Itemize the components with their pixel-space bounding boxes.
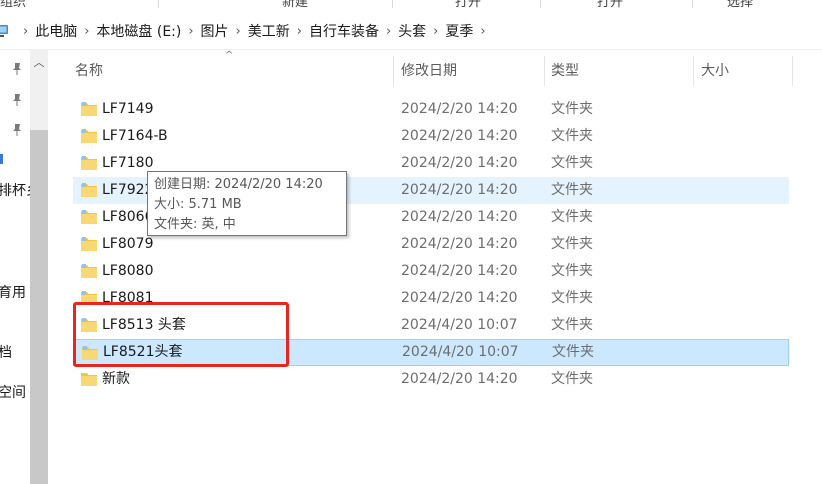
- chevron-up-icon[interactable]: ︿: [31, 56, 47, 70]
- chevron-right-icon[interactable]: ›: [290, 24, 309, 39]
- column-divider[interactable]: [544, 56, 545, 86]
- file-name: LF7180: [102, 155, 154, 171]
- file-type: 文件夹: [551, 263, 593, 279]
- file-date: 2024/2/20 14:20: [401, 128, 518, 144]
- ribbon-divider: [540, 0, 541, 8]
- file-date: 2024/2/20 14:20: [401, 236, 518, 252]
- tooltip-created-date: 创建日期: 2024/2/20 14:20: [154, 177, 323, 192]
- file-type: 文件夹: [551, 101, 593, 117]
- folder-icon: [81, 183, 97, 197]
- file-name: LF7149: [102, 101, 154, 117]
- file-name: LF8080: [102, 263, 154, 279]
- chevron-right-icon[interactable]: ›: [473, 24, 492, 39]
- ribbon-label-select[interactable]: 选择: [727, 0, 753, 8]
- column-divider[interactable]: [792, 56, 793, 86]
- nav-selection-mark: [0, 154, 3, 164]
- file-type: 文件夹: [551, 209, 593, 225]
- file-row[interactable]: LF7149 2024/2/20 14:20 文件夹: [73, 96, 789, 123]
- file-row[interactable]: LF7164-B 2024/2/20 14:20 文件夹: [73, 123, 789, 150]
- file-name: LF7164-B: [102, 128, 168, 144]
- crumb-pictures[interactable]: 图片: [201, 21, 229, 41]
- file-name: LF8066: [102, 209, 154, 225]
- ribbon-label-new[interactable]: 新建: [282, 0, 308, 8]
- file-type: 文件夹: [552, 344, 594, 360]
- column-divider[interactable]: [693, 56, 694, 86]
- pin-icon[interactable]: [10, 93, 24, 107]
- folder-icon: [81, 156, 97, 170]
- file-type: 文件夹: [551, 290, 593, 306]
- sort-ascending-icon: ^: [225, 50, 234, 61]
- column-header-date[interactable]: 修改日期: [401, 50, 457, 90]
- crumb-summer[interactable]: 夏季: [445, 21, 473, 41]
- file-type: 文件夹: [551, 128, 593, 144]
- file-type: 文件夹: [551, 155, 593, 171]
- file-row[interactable]: 新款 2024/2/20 14:20 文件夹: [73, 366, 789, 393]
- crumb-meigongxin[interactable]: 美工新: [248, 21, 290, 41]
- pin-icon[interactable]: [10, 62, 24, 76]
- file-date: 2024/4/20 10:07: [402, 344, 519, 360]
- file-date: 2024/2/20 14:20: [401, 182, 518, 198]
- computer-icon[interactable]: [0, 23, 10, 39]
- file-row[interactable]: LF8080 2024/2/20 14:20 文件夹: [73, 258, 789, 285]
- folder-info-tooltip: 创建日期: 2024/2/20 14:20 大小: 5.71 MB 文件夹: 英…: [147, 171, 347, 236]
- breadcrumb: › 此电脑 › 本地磁盘 (E:) › 图片 › 美工新 › 自行车装备 › 头…: [0, 12, 493, 50]
- tooltip-subfolders: 文件夹: 英, 中: [154, 217, 236, 232]
- ribbon-strip: 组织 新建 打开 打开 选择: [0, 0, 822, 8]
- folder-icon: [81, 264, 97, 278]
- file-date: 2024/4/20 10:07: [401, 317, 518, 333]
- column-divider[interactable]: [393, 56, 394, 86]
- crumb-this-pc[interactable]: 此电脑: [35, 21, 77, 41]
- ribbon-label-open[interactable]: 打开: [455, 0, 481, 8]
- nav-item-fragment[interactable]: 档: [0, 342, 12, 362]
- file-type: 文件夹: [551, 182, 593, 198]
- file-date: 2024/2/20 14:20: [401, 155, 518, 171]
- nav-item-fragment[interactable]: 育用: [0, 282, 26, 302]
- file-name: LF7922: [102, 182, 154, 198]
- file-type: 文件夹: [551, 236, 593, 252]
- folder-icon: [81, 237, 97, 251]
- ribbon-label-organize[interactable]: 组织: [0, 0, 26, 8]
- chevron-right-icon[interactable]: ›: [229, 24, 248, 39]
- file-name: 新款: [102, 371, 130, 387]
- crumb-headgear[interactable]: 头套: [398, 21, 426, 41]
- file-date: 2024/2/20 14:20: [401, 263, 518, 279]
- navigation-pane: 排杯乡 育用 档 空间 ︿: [0, 50, 50, 484]
- file-name: LF8079: [102, 236, 154, 252]
- crumb-local-disk-e[interactable]: 本地磁盘 (E:): [96, 21, 181, 41]
- nav-item-fragment[interactable]: 空间: [0, 382, 26, 402]
- annotation-highlight-box: [73, 302, 289, 367]
- column-headers: ^ 名称 修改日期 类型 大小: [50, 50, 822, 90]
- ribbon-divider: [158, 0, 159, 8]
- address-bar[interactable]: › 此电脑 › 本地磁盘 (E:) › 图片 › 美工新 › 自行车装备 › 头…: [0, 12, 822, 50]
- file-date: 2024/2/20 14:20: [401, 209, 518, 225]
- ribbon-label-open-2[interactable]: 打开: [597, 0, 623, 8]
- file-date: 2024/2/20 14:20: [401, 290, 518, 306]
- pin-icon[interactable]: [10, 123, 24, 137]
- chevron-right-icon[interactable]: ›: [16, 24, 35, 39]
- tooltip-size: 大小: 5.71 MB: [154, 197, 242, 212]
- folder-icon: [81, 102, 97, 116]
- ribbon-divider: [692, 0, 693, 8]
- file-date: 2024/2/20 14:20: [401, 101, 518, 117]
- file-date: 2024/2/20 14:20: [401, 371, 518, 387]
- column-header-size[interactable]: 大小: [701, 50, 729, 90]
- nav-scrollbar-thumb[interactable]: [30, 130, 48, 484]
- file-type: 文件夹: [551, 317, 593, 333]
- chevron-right-icon[interactable]: ›: [181, 24, 200, 39]
- file-type: 文件夹: [551, 371, 593, 387]
- folder-icon: [81, 129, 97, 143]
- column-header-name[interactable]: 名称: [75, 50, 103, 90]
- chevron-right-icon[interactable]: ›: [379, 24, 398, 39]
- ribbon-divider: [392, 0, 393, 8]
- chevron-right-icon[interactable]: ›: [426, 24, 445, 39]
- column-header-type[interactable]: 类型: [551, 50, 579, 90]
- crumb-bike-gear[interactable]: 自行车装备: [309, 21, 379, 41]
- folder-icon: [81, 210, 97, 224]
- chevron-right-icon[interactable]: ›: [77, 24, 96, 39]
- folder-icon: [81, 373, 97, 386]
